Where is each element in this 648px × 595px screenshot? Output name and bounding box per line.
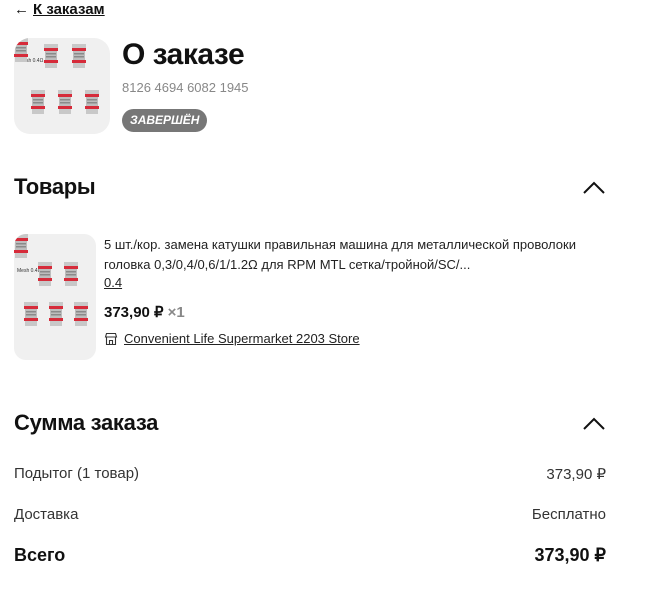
delivery-label: Доставка — [14, 506, 79, 523]
product-image[interactable]: Mesh 0.4Ω — [14, 234, 96, 360]
store-link[interactable]: Convenient Life Supermarket 2203 Store — [104, 331, 360, 346]
back-arrow-icon: ← — [14, 1, 29, 18]
store-name: Convenient Life Supermarket 2203 Store — [124, 331, 360, 346]
order-product-image: Mesh 0.4Ω — [14, 38, 110, 134]
delivery-value: Бесплатно — [531, 506, 606, 523]
status-badge: ЗАВЕРШЁН — [122, 109, 208, 132]
product-coil-image: Mesh 0.4Ω — [14, 234, 88, 326]
product-name[interactable]: 5 шт./кор. замена катушки правильная маш… — [104, 235, 604, 275]
subtotal-label: Подытог (1 товар) — [14, 465, 140, 482]
product-price: 373,90 ₽ — [104, 304, 164, 321]
back-to-orders-label: К заказам — [33, 1, 105, 18]
coil-heads-image: Mesh 0.4Ω — [14, 38, 99, 114]
product-quantity: ×1 — [167, 304, 185, 321]
summary-collapse-chevron-icon[interactable] — [580, 414, 608, 434]
product-price-line: 373,90 ₽ ×1 — [104, 303, 185, 321]
order-number: 8126 4694 6082 1945 — [122, 80, 249, 95]
subtotal-row: Подытог (1 товар) 373,90 ₽ — [14, 465, 606, 483]
total-label: Всего — [14, 545, 66, 565]
total-row: Всего 373,90 ₽ — [14, 545, 606, 566]
summary-section-title: Сумма заказа — [14, 410, 159, 435]
delivery-row: Доставка Бесплатно — [14, 506, 606, 523]
back-to-orders-link[interactable]: ← К заказам — [14, 1, 105, 18]
subtotal-value: 373,90 ₽ — [546, 466, 606, 483]
product-variant-link[interactable]: 0.4 — [104, 275, 122, 290]
shop-icon — [104, 332, 118, 345]
products-collapse-chevron-icon[interactable] — [580, 178, 608, 198]
products-section-title: Товары — [14, 174, 96, 199]
page-title: О заказе — [122, 38, 245, 71]
product-image-caption: Mesh 0.4Ω — [17, 268, 42, 274]
total-value: 373,90 ₽ — [534, 545, 606, 565]
